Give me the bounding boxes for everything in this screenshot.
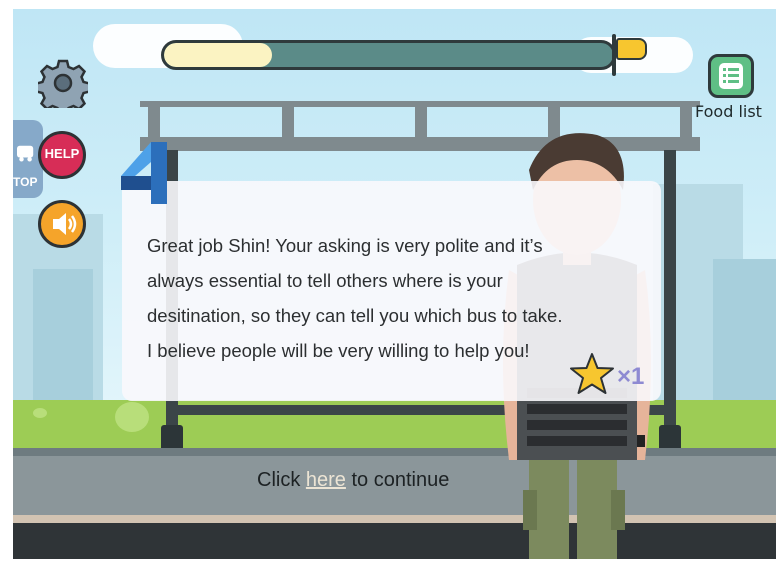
shelter-roof-bar: [680, 102, 692, 142]
star-reward-count: ×1: [617, 363, 645, 390]
shelter-roof-bar: [282, 102, 294, 142]
settings-gear-icon[interactable]: [38, 58, 88, 108]
continue-text-after: to continue: [345, 469, 450, 491]
frame-border: [0, 559, 776, 569]
feedback-line: always essential to tell others where is…: [147, 270, 503, 291]
feedback-text: Great job Shin! Your asking is very poli…: [147, 228, 667, 368]
level-progress-bar: [161, 40, 616, 70]
sound-button[interactable]: [38, 200, 86, 248]
help-label: HELP: [44, 146, 80, 161]
flag-icon: [616, 38, 647, 60]
stop-label: TOP: [13, 175, 38, 189]
food-list-label: Food list: [695, 102, 762, 121]
city-building: [713, 259, 776, 409]
feedback-line: Great job Shin! Your asking is very poli…: [147, 235, 543, 256]
continue-text-before: Click: [257, 469, 306, 491]
food-list-button[interactable]: [708, 54, 754, 98]
continue-prompt: Click here to continue: [257, 469, 449, 492]
feedback-line: desitination, so they can tell you which…: [147, 305, 563, 326]
sound-icon: [53, 213, 77, 235]
progress-fill: [164, 43, 272, 67]
continue-link[interactable]: here: [306, 469, 346, 491]
food-list-icon: [719, 63, 743, 89]
shelter-roof-bar: [148, 102, 160, 142]
bush: [33, 408, 47, 418]
bus-stop-icon: [17, 145, 34, 162]
star-icon: [570, 353, 614, 394]
city-building: [33, 269, 93, 409]
brand-logo-icon: [121, 142, 167, 204]
shelter-roof-bar: [415, 102, 427, 142]
help-button[interactable]: HELP: [38, 131, 86, 179]
bush: [115, 402, 149, 432]
frame-border: [0, 0, 13, 569]
game-scene: Great job Shin! Your asking is very poli…: [0, 0, 776, 569]
frame-border: [0, 0, 776, 9]
shelter-roof-top: [140, 101, 700, 107]
